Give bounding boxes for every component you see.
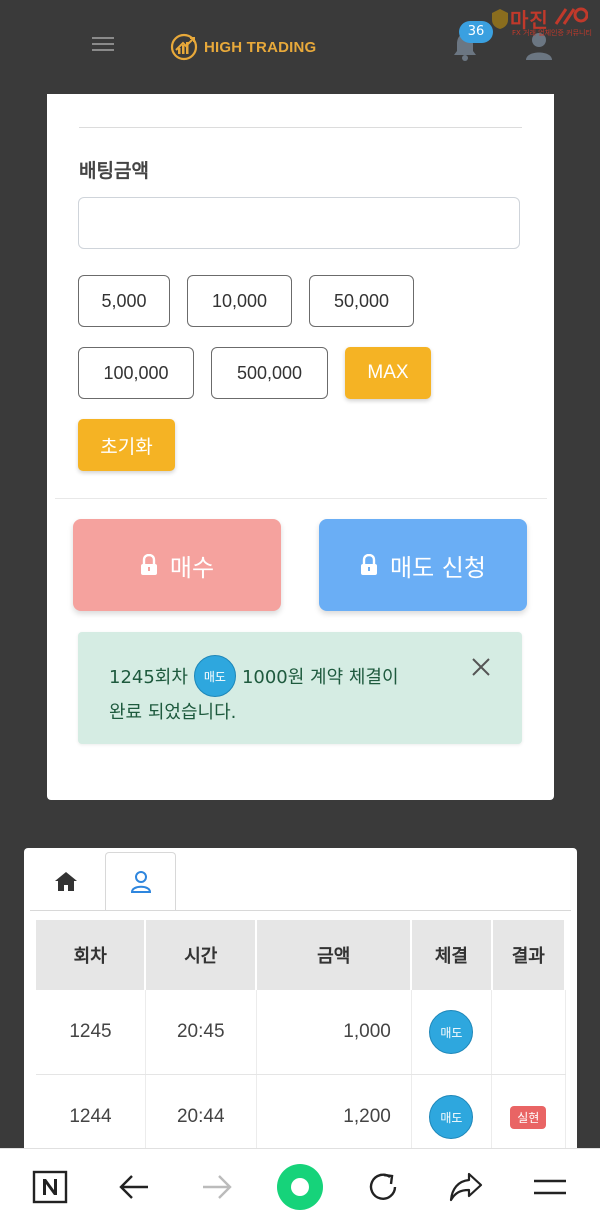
cell-time: 20:44 [145,1074,257,1148]
alert-message-line2: 완료 되었습니다. [109,702,237,723]
green-dot-button[interactable] [276,1163,324,1211]
amount-100000-button[interactable]: 100,000 [78,347,194,399]
amount-10000-button[interactable]: 10,000 [187,275,292,327]
share-button[interactable] [446,1167,486,1207]
buy-button[interactable]: 매수 [73,519,281,611]
reload-icon [369,1173,397,1200]
alert-round: 1245회차 [109,667,188,688]
cell-round: 1244 [36,1074,146,1148]
notification-count-badge: 36 [459,21,493,43]
result-badge: 실현 [510,1105,547,1129]
column-header-amount: 금액 [256,920,413,990]
table-row: 1245 20:45 1,000 매도 [36,990,566,1075]
tab-divider [30,910,571,911]
trade-history-table: 회차 시간 금액 체결 결과 1245 20:45 1,000 매도 1244 … [36,920,566,1148]
trade-success-alert: 1245회차 매도 1000원 계약 체결이 완료 되었습니다. [78,632,522,744]
community-watermark: 마진 FX 거래 업체인증 커뮤니티 [490,4,598,38]
history-panel: 회차 시간 금액 체결 결과 1245 20:45 1,000 매도 1244 … [24,848,577,1148]
reload-button[interactable] [363,1167,403,1207]
arrow-right-icon [203,1175,232,1199]
buy-label: 매수 [169,553,215,582]
menu-button[interactable] [530,1167,570,1207]
divider [79,127,522,128]
arrow-left-icon [119,1175,148,1199]
back-button[interactable] [114,1167,154,1207]
alert-message-line1: 1245회차 매도 1000원 계약 체결이 [109,655,399,697]
tab-my-trades[interactable] [105,852,176,911]
forward-button[interactable] [197,1167,237,1207]
side-badge: 매도 [429,1010,474,1054]
brand-logo-link[interactable]: HIGH TRADING [170,33,316,61]
alert-amount: 1000원 계약 체결이 [241,667,399,688]
naver-home-button[interactable] [30,1167,70,1207]
lock-icon [140,554,157,575]
cell-result [491,990,566,1075]
top-header: HIGH TRADING 36 마진 FX 거래 업체인증 커뮤니티 [0,0,600,94]
watermark-logo-icon [554,7,588,25]
column-header-round: 회차 [36,920,147,990]
betting-card: 배팅금액 5,000 10,000 50,000 100,000 500,000… [47,94,554,800]
cell-settlement: 매도 [411,1074,493,1148]
amount-5000-button[interactable]: 5,000 [78,275,170,327]
lock-icon [361,554,378,575]
green-dot-icon [277,1164,323,1210]
sell-label: 매도 신청 [390,553,486,582]
brand-name: HIGH TRADING [204,38,317,56]
bet-amount-input[interactable] [78,197,520,249]
menu-icon[interactable] [92,37,114,53]
browser-toolbar [0,1148,600,1227]
cell-amount: 1,000 [256,990,412,1075]
alert-side-badge: 매도 [193,655,236,697]
divider [55,498,547,499]
cell-time: 20:45 [145,990,257,1075]
max-button[interactable]: MAX [345,347,431,399]
tab-home[interactable] [42,866,90,896]
watermark-emblem-icon [492,9,508,29]
user-icon [130,870,151,893]
column-header-time: 시간 [145,920,258,990]
cell-round: 1245 [36,990,146,1075]
brand-logo-icon [170,33,198,61]
column-header-result: 결과 [491,920,566,990]
amount-50000-button[interactable]: 50,000 [309,275,414,327]
column-header-settlement: 체결 [411,920,493,990]
cell-amount: 1,200 [256,1074,412,1148]
side-badge: 매도 [429,1095,474,1139]
watermark-subtitle: FX 거래 업체인증 커뮤니티 [512,29,592,37]
table-row: 1244 20:44 1,200 매도 실현 [36,1074,566,1148]
home-icon [55,872,77,891]
hamburger-icon [534,1179,566,1195]
amount-500000-button[interactable]: 500,000 [211,347,328,399]
bet-amount-label: 배팅금액 [79,160,149,182]
cell-result: 실현 [491,1074,566,1148]
cell-settlement: 매도 [411,990,493,1075]
share-icon [449,1172,483,1202]
tab-bar [24,848,577,911]
sell-request-button[interactable]: 매도 신청 [319,519,527,611]
naver-n-icon [32,1170,68,1204]
close-icon[interactable] [470,656,492,678]
reset-button[interactable]: 초기화 [78,419,175,471]
